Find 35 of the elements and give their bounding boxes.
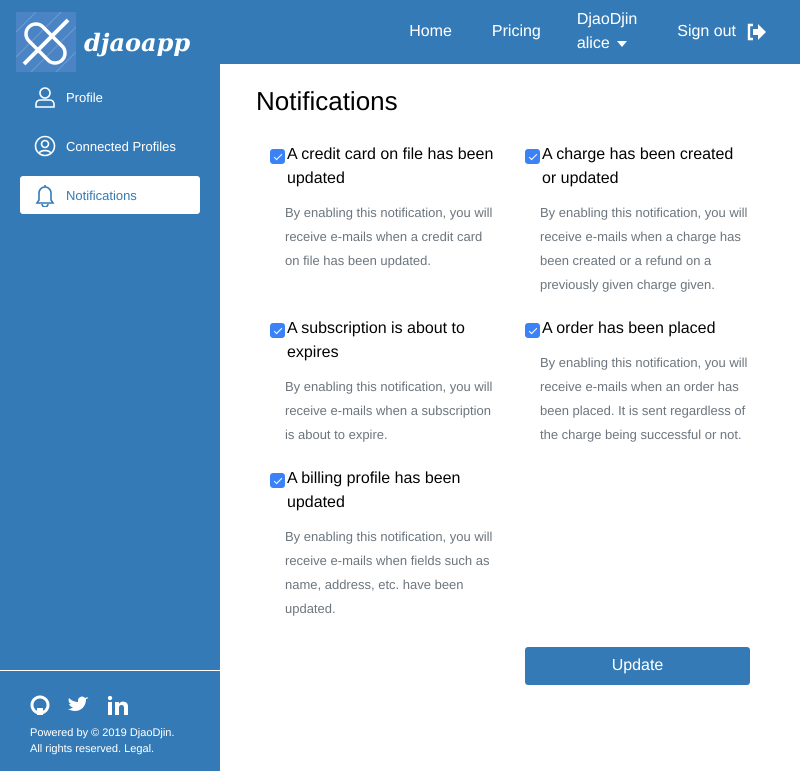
bell-icon [34, 183, 56, 207]
notification-title: A credit card on file has been updated [287, 145, 494, 189]
footer-text: All rights reserved. Legal. [30, 742, 156, 757]
checkbox[interactable] [270, 323, 285, 338]
person-circle-icon [34, 135, 56, 157]
sign-out-icon [746, 23, 766, 41]
notification-description: By enabling this notification, you will receive e-mails when a credit card on file has been updated. [285, 204, 494, 270]
sidebar-item[interactable]: Connected Profiles [20, 127, 200, 165]
linkedin-icon[interactable] [108, 696, 128, 714]
caret-icon [616, 41, 627, 47]
checkbox[interactable] [270, 149, 285, 164]
update-button[interactable]: Update [525, 647, 750, 685]
logo-text: djaoapp [84, 28, 190, 56]
checkbox[interactable] [270, 473, 285, 488]
page-title: Notifications [256, 86, 399, 117]
nav-link[interactable]: Pricing [492, 23, 541, 41]
notification-description: By enabling this notification, you will receive e-mails when an order has been placed. It is sent regardless of the charge being successful or not. [540, 354, 748, 444]
notification-title: A subscription is about to expires [287, 319, 466, 363]
sign-out-link[interactable]: Sign out [677, 23, 766, 41]
notification-description: By enabling this notification, you will receive e-mails when a subscription is about to expire. [285, 378, 494, 444]
bird-icon[interactable] [68, 696, 90, 714]
nav-link[interactable]: Home [409, 23, 452, 41]
notification-title: A order has been placed [542, 319, 716, 339]
sidebar-item[interactable]: Notifications [20, 176, 200, 214]
person-icon [34, 86, 56, 108]
notification-description: By enabling this notification, you will receive e-mails when fields such as name, address, etc. have been updated. [285, 528, 494, 618]
checkbox[interactable] [525, 323, 540, 338]
logo-icon[interactable] [16, 12, 76, 72]
notification-title: A billing profile has been updated [287, 469, 462, 513]
footer-text: Powered by © 2019 DjaoDjin. [30, 726, 176, 741]
notification-description: By enabling this notification, you will receive e-mails when a charge has been created or a refund on a previously given charge given. [540, 204, 748, 294]
sidebar-item[interactable]: Profile [20, 78, 200, 116]
user-menu[interactable]: DjaoDjin alice [576, 8, 638, 56]
checkbox[interactable] [525, 149, 540, 164]
notification-title: A charge has been created or updated [542, 145, 734, 189]
